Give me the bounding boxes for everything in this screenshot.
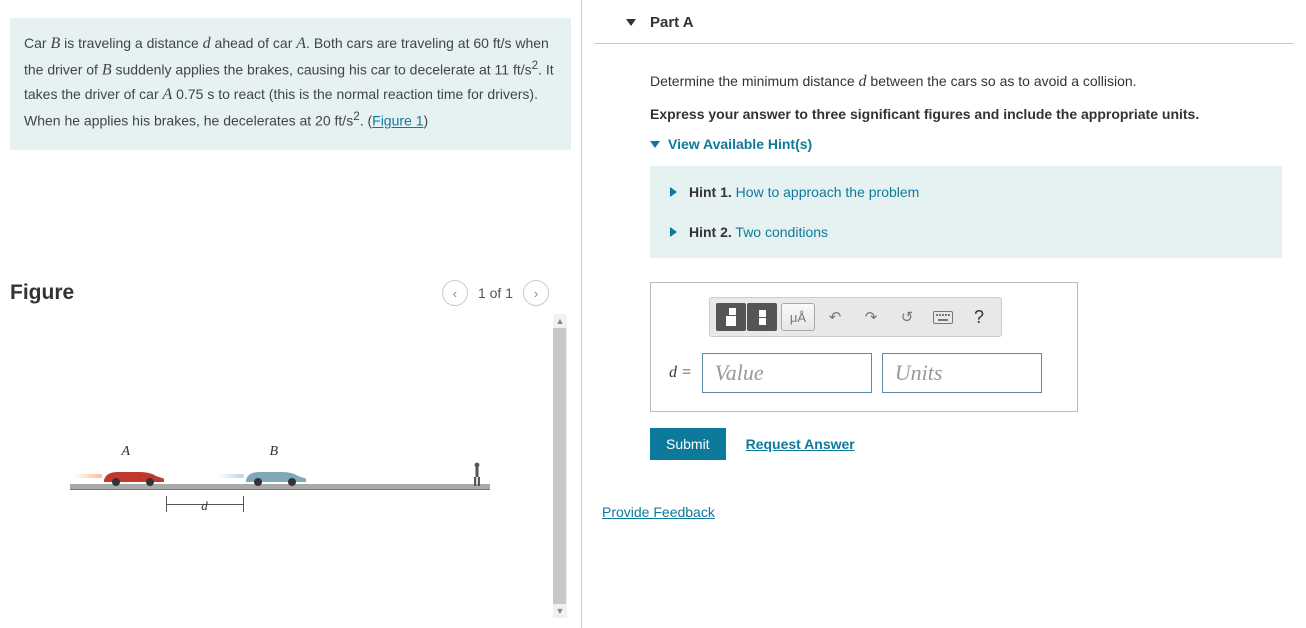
- figure-diagram: A B d: [70, 444, 490, 524]
- car-b-icon: [242, 466, 310, 486]
- redo-button[interactable]: ↷: [855, 302, 887, 332]
- answer-toolbar: μÅ ↶ ↷ ↺ ?: [709, 297, 1002, 337]
- figure-link[interactable]: Figure 1: [372, 113, 423, 129]
- part-a-header[interactable]: Part A: [594, 0, 1294, 44]
- hint-1[interactable]: Hint 1. How to approach the problem: [662, 172, 1270, 212]
- provide-feedback-link[interactable]: Provide Feedback: [602, 504, 715, 520]
- part-a-title: Part A: [650, 14, 694, 31]
- hints-toggle[interactable]: View Available Hint(s): [650, 136, 1282, 152]
- caret-down-icon: [626, 19, 636, 26]
- figure-title: Figure: [10, 281, 74, 305]
- submit-button[interactable]: Submit: [650, 428, 726, 460]
- keyboard-button[interactable]: [927, 302, 959, 332]
- help-button[interactable]: ?: [963, 302, 995, 332]
- figure-next-button[interactable]: ›: [523, 280, 549, 306]
- request-answer-link[interactable]: Request Answer: [746, 436, 855, 452]
- caret-right-icon: [670, 227, 677, 237]
- left-panel: Car B is traveling a distance d ahead of…: [0, 0, 582, 628]
- right-panel: Part A Determine the minimum distance d …: [582, 0, 1306, 628]
- pedestrian-icon: [472, 462, 482, 493]
- figure-body: A B d ▲ ▼: [10, 314, 571, 618]
- special-chars-button[interactable]: μÅ: [781, 303, 815, 331]
- equation-label: d =: [669, 364, 692, 382]
- caret-right-icon: [670, 187, 677, 197]
- figure-scrollbar[interactable]: ▲ ▼: [553, 314, 567, 618]
- figure-header: Figure ‹ 1 of 1 ›: [10, 280, 571, 306]
- problem-statement: Car B is traveling a distance d ahead of…: [10, 18, 571, 150]
- value-input[interactable]: Value: [702, 353, 872, 393]
- part-a-prompt: Determine the minimum distance d between…: [650, 70, 1282, 94]
- answer-box: μÅ ↶ ↷ ↺ ? d = Value Units: [650, 282, 1078, 412]
- reset-button[interactable]: ↺: [891, 302, 923, 332]
- car-b-label: B: [270, 444, 279, 460]
- hint-2[interactable]: Hint 2. Two conditions: [662, 212, 1270, 252]
- figure-pager-label: 1 of 1: [478, 285, 513, 301]
- part-a-instruction: Express your answer to three significant…: [650, 106, 1282, 122]
- car-a-icon: [100, 466, 168, 486]
- figure-prev-button[interactable]: ‹: [442, 280, 468, 306]
- caret-down-icon: [650, 141, 660, 148]
- car-a-label: A: [122, 444, 131, 460]
- template-stack-button[interactable]: [747, 303, 777, 331]
- undo-button[interactable]: ↶: [819, 302, 851, 332]
- figure-pager: ‹ 1 of 1 ›: [442, 280, 549, 306]
- distance-label: d: [166, 498, 244, 514]
- template-fraction-button[interactable]: [716, 303, 746, 331]
- units-input[interactable]: Units: [882, 353, 1042, 393]
- hints-box: Hint 1. How to approach the problem Hint…: [650, 166, 1282, 258]
